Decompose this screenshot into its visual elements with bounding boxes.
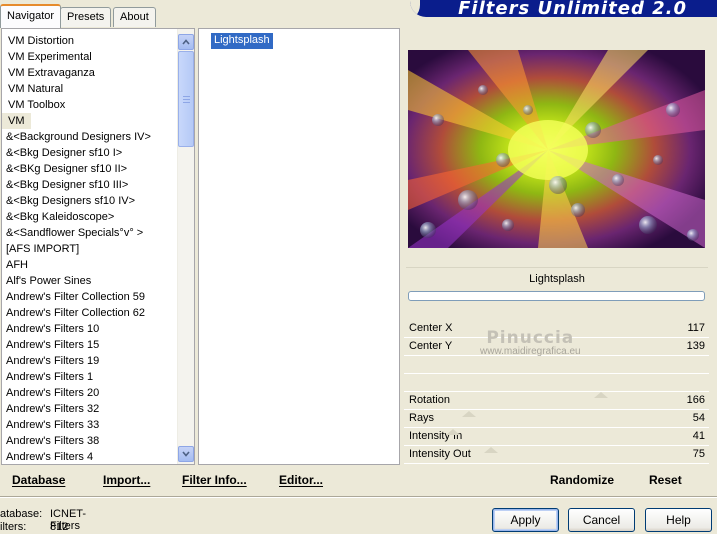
category-item[interactable]: &<Background Designers IV>	[2, 129, 178, 145]
param-row-rays[interactable]: Rays 54	[404, 410, 709, 428]
category-item[interactable]: Andrew's Filters 19	[2, 353, 178, 369]
category-item[interactable]: VM Extravaganza	[2, 65, 178, 81]
category-item[interactable]: VM Distortion	[2, 33, 178, 49]
category-item[interactable]: AFH	[2, 257, 178, 273]
param-label: Rays	[409, 412, 435, 424]
separator	[0, 496, 717, 498]
param-row-center-x[interactable]: Center X 117	[404, 320, 709, 338]
category-panel: VM Distortion VM Experimental VM Extravaga…	[1, 28, 195, 465]
category-item[interactable]: Andrew's Filters 20	[2, 385, 178, 401]
param-value: 117	[687, 322, 705, 334]
tab-about[interactable]: About	[113, 7, 156, 27]
param-value: 41	[692, 430, 705, 442]
param-value: 54	[692, 412, 705, 424]
param-value: 75	[692, 448, 705, 460]
status-label: atabase:	[0, 508, 43, 520]
param-value: 166	[686, 394, 705, 406]
param-label: Intensity Out	[409, 448, 471, 460]
progress-bar	[408, 291, 705, 301]
slider-marker[interactable]	[462, 411, 476, 417]
scroll-thumb[interactable]	[178, 51, 194, 147]
param-label: Center Y	[409, 340, 453, 352]
param-row-intensity-in[interactable]: Intensity In 41	[404, 428, 709, 446]
category-item[interactable]: &<Bkg Kaleidoscope>	[2, 209, 178, 225]
chevron-down-icon	[182, 451, 190, 457]
param-row-intensity-out[interactable]: Intensity Out 75	[404, 446, 709, 464]
slider-marker[interactable]	[594, 392, 608, 398]
category-item[interactable]: Andrew's Filters 38	[2, 433, 178, 449]
category-item[interactable]: Alf's Power Sines	[2, 273, 178, 289]
apply-button[interactable]: Apply	[492, 508, 559, 532]
grip-icon	[183, 96, 190, 103]
category-item[interactable]: &<Bkg Designer sf10 I>	[2, 145, 178, 161]
category-item[interactable]: Andrew's Filters 15	[2, 337, 178, 353]
filter-name-label: Lightsplash	[406, 267, 708, 289]
category-list[interactable]: VM Distortion VM Experimental VM Extravaga…	[2, 29, 178, 464]
slider-marker[interactable]	[484, 447, 498, 453]
category-item[interactable]: Andrew's Filters 33	[2, 417, 178, 433]
category-item[interactable]: &<BKg Designer sf10 II>	[2, 161, 178, 177]
database-button[interactable]: Database	[12, 473, 65, 487]
category-item[interactable]: VM Natural	[2, 81, 178, 97]
cancel-button[interactable]: Cancel	[568, 508, 635, 532]
param-row-empty	[404, 356, 709, 374]
preview-image	[408, 50, 705, 248]
slider-marker[interactable]	[446, 429, 460, 435]
param-row-center-y[interactable]: Center Y 139	[404, 338, 709, 356]
navigator-tabs: Presets About Navigator	[0, 0, 160, 28]
category-item[interactable]: Andrew's Filters 32	[2, 401, 178, 417]
category-item[interactable]: Andrew's Filters 4	[2, 449, 178, 464]
category-item[interactable]: &<Bkg Designer sf10 III>	[2, 177, 178, 193]
category-item[interactable]: &<Bkg Designers sf10 IV>	[2, 193, 178, 209]
category-scrollbar[interactable]	[177, 29, 194, 464]
editor-button[interactable]: Editor...	[279, 473, 323, 487]
category-item[interactable]: VM Experimental	[2, 49, 178, 65]
status-label: ilters:	[0, 521, 27, 533]
tab-navigator[interactable]: Navigator	[0, 4, 62, 28]
tab-presets[interactable]: Presets	[60, 7, 112, 27]
category-item[interactable]: Andrew's Filters 1	[2, 369, 178, 385]
param-row-rotation[interactable]: Rotation 166	[404, 392, 709, 410]
category-item[interactable]: [AFS IMPORT]	[2, 241, 178, 257]
lightsplash-preview-icon	[408, 50, 705, 248]
randomize-button[interactable]: Randomize	[550, 473, 614, 487]
param-value: 139	[686, 340, 705, 352]
scroll-down-button[interactable]	[178, 446, 194, 462]
category-item[interactable]: VM Toolbox	[2, 97, 178, 113]
title-banner: Filters Unlimited 2.0	[410, 0, 717, 17]
category-item[interactable]: Andrew's Filter Collection 59	[2, 289, 178, 305]
app-title: Filters Unlimited 2.0	[458, 0, 687, 17]
category-item[interactable]: VM	[2, 113, 31, 129]
help-button[interactable]: Help	[645, 508, 712, 532]
status-value: 812	[50, 521, 69, 533]
category-item[interactable]: Andrew's Filters 10	[2, 321, 178, 337]
filter-item-lightsplash[interactable]: Lightsplash	[211, 33, 273, 49]
reset-button[interactable]: Reset	[649, 473, 682, 487]
param-label: Center X	[409, 322, 453, 334]
param-label: Rotation	[409, 394, 450, 406]
category-item[interactable]: Andrew's Filter Collection 62	[2, 305, 178, 321]
preview-panel: Lightsplash Center X 117 Center Y 139 Ro…	[404, 32, 709, 492]
param-row-empty	[404, 374, 709, 392]
parameter-list: Center X 117 Center Y 139 Rotation 166 R…	[404, 320, 709, 464]
chevron-up-icon	[182, 39, 190, 45]
filter-info-button[interactable]: Filter Info...	[182, 473, 247, 487]
filter-panel: Lightsplash	[198, 28, 400, 465]
scroll-up-button[interactable]	[178, 34, 194, 50]
category-item[interactable]: &<Sandflower Specials°v° >	[2, 225, 178, 241]
import-button[interactable]: Import...	[103, 473, 150, 487]
